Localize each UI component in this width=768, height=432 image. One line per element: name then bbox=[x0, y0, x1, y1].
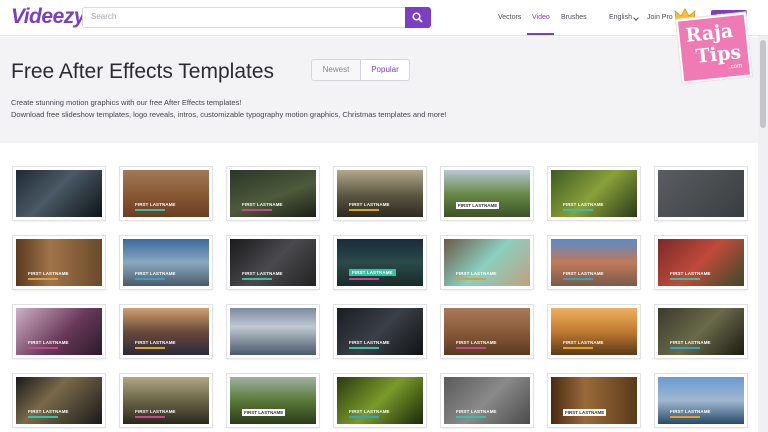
thumbnail-caption: FIRST LASTNAME bbox=[135, 202, 176, 207]
thumbnail-caption: FIRST LASTNAME bbox=[242, 409, 286, 416]
sort-newest-button[interactable]: Newest bbox=[311, 59, 361, 81]
thumbnail-accent-bar bbox=[563, 278, 593, 280]
template-thumbnail[interactable]: FIRST LASTNAME bbox=[13, 236, 105, 289]
videezy-logo[interactable]: Videezy bbox=[11, 5, 85, 29]
thumbnail-accent-bar bbox=[456, 278, 486, 280]
template-thumbnail[interactable]: FIRST LASTNAME bbox=[441, 305, 533, 358]
nav-video-active-indicator bbox=[527, 33, 554, 35]
thumbnail-caption: FIRST LASTNAME bbox=[456, 271, 497, 276]
template-thumbnail[interactable]: FIRST LASTNAME bbox=[441, 374, 533, 427]
thumbnail-accent-bar bbox=[456, 416, 486, 418]
nav-video[interactable]: Video bbox=[532, 14, 550, 21]
template-thumbnail[interactable]: FIRST LASTNAME bbox=[13, 374, 105, 427]
template-thumbnail[interactable]: FIRST LASTNAME bbox=[548, 236, 640, 289]
template-thumbnail[interactable]: FIRST LASTNAME bbox=[441, 167, 533, 220]
thumbnail-caption: FIRST LASTNAME bbox=[135, 409, 176, 414]
thumbnail-accent-bar bbox=[563, 209, 593, 211]
thumbnail-accent-bar bbox=[349, 347, 379, 349]
thumbnail-caption: FIRST LASTNAME bbox=[349, 409, 390, 414]
thumbnail-accent-bar bbox=[670, 278, 700, 280]
template-thumbnail[interactable]: FIRST LASTNAME bbox=[334, 305, 426, 358]
thumbnail-caption: FIRST LASTNAME bbox=[670, 340, 711, 345]
template-thumbnail[interactable]: FIRST LASTNAME bbox=[548, 305, 640, 358]
template-thumbnail[interactable]: FIRST LASTNAME bbox=[120, 305, 212, 358]
template-thumbnail[interactable] bbox=[227, 305, 319, 358]
thumbnail-caption: FIRST LASTNAME bbox=[349, 202, 390, 207]
search-input[interactable]: Search bbox=[82, 7, 406, 28]
thumbnail-caption: FIRST LASTNAME bbox=[563, 202, 604, 207]
template-thumbnail[interactable]: FIRST LASTNAME bbox=[548, 374, 640, 427]
nav-brushes[interactable]: Brushes bbox=[561, 14, 587, 21]
thumbnail-accent-bar bbox=[349, 209, 379, 211]
page-title: Free After Effects Templates bbox=[11, 60, 275, 83]
template-thumbnail[interactable]: FIRST LASTNAME bbox=[227, 374, 319, 427]
chevron-down-icon bbox=[633, 15, 639, 21]
scrollbar-thumb[interactable] bbox=[760, 40, 766, 128]
thumbnail-accent-bar bbox=[456, 347, 486, 349]
thumbnail-accent-bar bbox=[242, 278, 272, 280]
rajatips-watermark: Raja Tips .com bbox=[675, 12, 753, 84]
thumbnail-caption: FIRST LASTNAME bbox=[242, 271, 283, 276]
nav-vectors[interactable]: Vectors bbox=[498, 14, 521, 21]
search-button[interactable] bbox=[405, 7, 431, 28]
template-thumbnail[interactable]: FIRST LASTNAME bbox=[441, 236, 533, 289]
thumbnail-accent-bar bbox=[28, 278, 58, 280]
template-thumbnail[interactable]: FIRST LASTNAME bbox=[120, 374, 212, 427]
thumbnail-caption: FIRST LASTNAME bbox=[670, 271, 711, 276]
template-thumbnail[interactable]: FIRST LASTNAME bbox=[120, 167, 212, 220]
page: Videezy Search Vectors Video Brushes Eng… bbox=[0, 0, 768, 432]
search-icon bbox=[412, 12, 423, 23]
search-placeholder: Search bbox=[91, 12, 117, 21]
template-thumbnail[interactable]: FIRST LASTNAME bbox=[655, 305, 747, 358]
thumbnail-caption: FIRST LASTNAME bbox=[242, 202, 283, 207]
description-line-1: Create stunning motion graphics with our… bbox=[11, 98, 242, 107]
template-thumbnail[interactable]: FIRST LASTNAME bbox=[334, 236, 426, 289]
template-thumbnail[interactable]: FIRST LASTNAME bbox=[120, 236, 212, 289]
template-thumbnail[interactable]: FIRST LASTNAME bbox=[13, 305, 105, 358]
thumbnail-caption: FIRST LASTNAME bbox=[135, 340, 176, 345]
language-select[interactable]: English bbox=[609, 14, 632, 21]
template-thumbnail[interactable]: FIRST LASTNAME bbox=[227, 167, 319, 220]
thumbnail-caption: FIRST LASTNAME bbox=[349, 340, 390, 345]
template-thumbnail[interactable] bbox=[655, 167, 747, 220]
thumbnail-caption: FIRST LASTNAME bbox=[28, 409, 69, 414]
template-thumbnail[interactable]: FIRST LASTNAME bbox=[655, 374, 747, 427]
template-thumbnail[interactable]: FIRST LASTNAME bbox=[655, 236, 747, 289]
join-pro-link[interactable]: Join Pro bbox=[647, 14, 673, 21]
template-thumbnail[interactable]: FIRST LASTNAME bbox=[334, 374, 426, 427]
thumbnail-caption: FIRST LASTNAME bbox=[456, 202, 500, 209]
watermark-com: .com bbox=[728, 63, 743, 71]
thumbnail-caption: FIRST LASTNAME bbox=[349, 269, 396, 276]
sort-popular-button[interactable]: Popular bbox=[360, 59, 410, 81]
thumbnail-accent-bar bbox=[242, 209, 272, 211]
template-thumbnail[interactable] bbox=[13, 167, 105, 220]
thumbnail-accent-bar bbox=[349, 416, 379, 418]
hero-section: Free After Effects Templates Newest Popu… bbox=[0, 37, 758, 143]
thumbnail-accent-bar bbox=[563, 347, 593, 349]
thumbnail-caption: FIRST LASTNAME bbox=[563, 409, 607, 416]
thumbnail-accent-bar bbox=[135, 209, 165, 211]
thumbnail-accent-bar bbox=[135, 278, 165, 280]
thumbnail-caption: FIRST LASTNAME bbox=[456, 409, 497, 414]
thumbnail-caption: FIRST LASTNAME bbox=[563, 340, 604, 345]
thumbnail-accent-bar bbox=[349, 278, 379, 280]
thumbnail-accent-bar bbox=[670, 416, 700, 418]
template-thumbnail[interactable]: FIRST LASTNAME bbox=[548, 167, 640, 220]
thumbnail-caption: FIRST LASTNAME bbox=[670, 409, 711, 414]
template-grid: FIRST LASTNAME FIRST LASTNAME FIRST LASTNA… bbox=[0, 143, 758, 432]
thumbnail-accent-bar bbox=[135, 347, 165, 349]
top-header: Videezy Search Vectors Video Brushes Eng… bbox=[0, 0, 768, 36]
template-thumbnail[interactable]: FIRST LASTNAME bbox=[227, 236, 319, 289]
thumbnail-accent-bar bbox=[670, 347, 700, 349]
thumbnail-accent-bar bbox=[135, 416, 165, 418]
thumbnail-accent-bar bbox=[28, 347, 58, 349]
thumbnail-caption: FIRST LASTNAME bbox=[135, 271, 176, 276]
description-line-2: Download free slideshow templates, logo … bbox=[11, 110, 447, 119]
thumbnail-caption: FIRST LASTNAME bbox=[28, 271, 69, 276]
thumbnail-caption: FIRST LASTNAME bbox=[456, 340, 497, 345]
thumbnail-accent-bar bbox=[28, 416, 58, 418]
thumbnail-caption: FIRST LASTNAME bbox=[563, 271, 604, 276]
thumbnail-caption: FIRST LASTNAME bbox=[28, 340, 69, 345]
template-thumbnail[interactable]: FIRST LASTNAME bbox=[334, 167, 426, 220]
